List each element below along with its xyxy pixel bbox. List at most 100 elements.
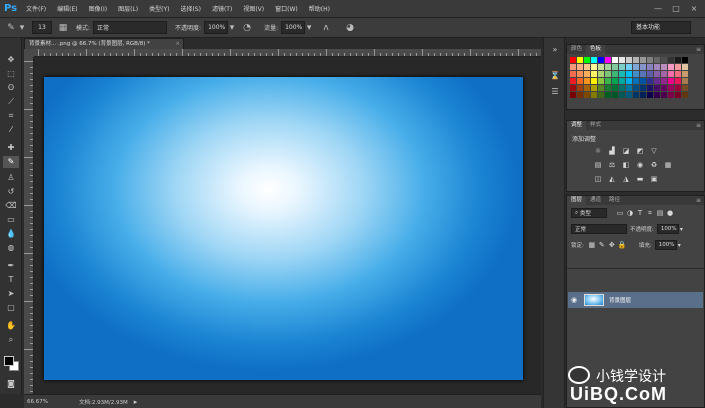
- color-swatch[interactable]: [640, 57, 646, 63]
- color-swatch[interactable]: [584, 64, 590, 70]
- flow-dropdown-icon[interactable]: ▾: [305, 21, 313, 35]
- lock-transparent-icon[interactable]: ▦: [587, 241, 597, 250]
- color-swatch[interactable]: [584, 92, 590, 98]
- tab-channels[interactable]: 通道: [586, 196, 605, 205]
- close-button[interactable]: ×: [687, 3, 701, 14]
- eraser-tool-icon[interactable]: ⌫: [3, 200, 19, 212]
- type-tool-icon[interactable]: T: [3, 274, 19, 286]
- eyedropper-tool-icon[interactable]: ⁄: [3, 124, 19, 136]
- tab-styles[interactable]: 样式: [586, 121, 605, 130]
- maximize-button[interactable]: □: [669, 3, 683, 14]
- opacity-input[interactable]: 100%: [204, 21, 229, 34]
- zoom-tool-icon[interactable]: ⌕: [3, 334, 19, 346]
- color-swatch[interactable]: [591, 64, 597, 70]
- photo-filter-icon[interactable]: ◉: [635, 161, 645, 170]
- channel-mixer-icon[interactable]: ♻: [649, 161, 659, 170]
- mode-select[interactable]: 正常: [93, 21, 168, 34]
- black-white-icon[interactable]: ◧: [621, 161, 631, 170]
- color-swatch[interactable]: [682, 64, 688, 70]
- color-swatch[interactable]: [661, 92, 667, 98]
- canvas-workspace[interactable]: [34, 57, 541, 394]
- menu-layer[interactable]: 图层(L): [118, 4, 138, 13]
- quick-mask-icon[interactable]: ◙: [3, 378, 19, 390]
- color-swatch[interactable]: [654, 78, 660, 84]
- brush-tool-button[interactable]: ✎: [3, 156, 19, 168]
- pressure-opacity-icon[interactable]: ◔: [240, 21, 254, 35]
- zoom-level[interactable]: 66.67%: [27, 399, 57, 405]
- color-swatch[interactable]: [626, 64, 632, 70]
- panel-menu-icon[interactable]: ≡: [696, 196, 701, 205]
- color-swatch[interactable]: [654, 92, 660, 98]
- color-swatch[interactable]: [668, 64, 674, 70]
- color-swatch[interactable]: [647, 92, 653, 98]
- tab-adjustments[interactable]: 调整: [567, 121, 587, 130]
- color-swatch[interactable]: [633, 71, 639, 77]
- hand-tool-icon[interactable]: ✋: [3, 320, 19, 332]
- menu-select[interactable]: 选择(S): [180, 4, 201, 13]
- brush-size-picker[interactable]: 13: [32, 21, 52, 34]
- color-swatch[interactable]: [647, 85, 653, 91]
- color-swatch[interactable]: [675, 85, 681, 91]
- chevron-down-icon[interactable]: ▾: [18, 21, 26, 35]
- color-swatch[interactable]: [577, 71, 583, 77]
- color-swatch[interactable]: [640, 71, 646, 77]
- color-swatch[interactable]: [570, 57, 576, 63]
- color-swatch[interactable]: [626, 78, 632, 84]
- close-document-icon[interactable]: ×: [175, 39, 180, 49]
- color-swatch[interactable]: [619, 71, 625, 77]
- color-swatch[interactable]: [682, 78, 688, 84]
- color-swatch[interactable]: [675, 71, 681, 77]
- color-swatch[interactable]: [633, 85, 639, 91]
- panel-menu-icon[interactable]: ≡: [696, 121, 701, 130]
- gradient-tool-icon[interactable]: ▭: [3, 214, 19, 226]
- color-swatch[interactable]: [605, 92, 611, 98]
- blend-mode-select[interactable]: 正常: [571, 224, 627, 234]
- menu-edit[interactable]: 编辑(E): [57, 4, 77, 13]
- opacity-dropdown-icon[interactable]: ▾: [228, 21, 236, 35]
- filter-type-icon[interactable]: T: [635, 209, 645, 218]
- color-swatch[interactable]: [619, 85, 625, 91]
- color-swatch[interactable]: [598, 85, 604, 91]
- color-swatch[interactable]: [675, 64, 681, 70]
- color-swatch[interactable]: [619, 92, 625, 98]
- menu-help[interactable]: 帮助(H): [309, 4, 330, 13]
- path-select-tool-icon[interactable]: ➤: [3, 288, 19, 300]
- color-swatch[interactable]: [668, 78, 674, 84]
- eye-icon[interactable]: ◉: [568, 296, 580, 304]
- healing-brush-tool-icon[interactable]: ✚: [3, 142, 19, 154]
- quick-select-tool-icon[interactable]: ⟋: [3, 96, 19, 108]
- filter-pixel-icon[interactable]: ▭: [615, 209, 625, 218]
- color-swatch[interactable]: [668, 71, 674, 77]
- layer-opacity-input[interactable]: 100%: [656, 224, 679, 234]
- color-swatch[interactable]: [682, 92, 688, 98]
- foreground-color-swatch[interactable]: [4, 356, 14, 366]
- color-swatch[interactable]: [647, 78, 653, 84]
- minimize-button[interactable]: —: [651, 3, 665, 14]
- threshold-icon[interactable]: ◮: [621, 175, 631, 184]
- color-swatch[interactable]: [598, 64, 604, 70]
- crop-tool-icon[interactable]: ⌗: [3, 110, 19, 122]
- color-swatch[interactable]: [661, 85, 667, 91]
- color-swatch[interactable]: [654, 57, 660, 63]
- menu-image[interactable]: 图像(I): [89, 4, 107, 13]
- pen-tool-icon[interactable]: ✒: [3, 260, 19, 272]
- color-swatch[interactable]: [591, 78, 597, 84]
- invert-icon[interactable]: ◫: [593, 175, 603, 184]
- color-swatch[interactable]: [626, 92, 632, 98]
- levels-icon[interactable]: ▟: [607, 147, 617, 156]
- color-swatch[interactable]: [668, 85, 674, 91]
- color-swatch[interactable]: [598, 71, 604, 77]
- color-lookup-icon[interactable]: ▦: [663, 161, 673, 170]
- brush-panel-icon[interactable]: ▦: [56, 21, 70, 35]
- menu-type[interactable]: 类型(Y): [149, 4, 169, 13]
- color-swatch[interactable]: [612, 71, 618, 77]
- clone-stamp-tool-icon[interactable]: ♙: [3, 172, 19, 184]
- color-swatch[interactable]: [675, 92, 681, 98]
- color-swatch[interactable]: [640, 64, 646, 70]
- color-swatch[interactable]: [633, 78, 639, 84]
- color-swatch[interactable]: [577, 57, 583, 63]
- color-swatch[interactable]: [647, 57, 653, 63]
- color-swatch[interactable]: [577, 64, 583, 70]
- color-swatch[interactable]: [570, 64, 576, 70]
- tab-swatches[interactable]: 色板: [586, 45, 606, 54]
